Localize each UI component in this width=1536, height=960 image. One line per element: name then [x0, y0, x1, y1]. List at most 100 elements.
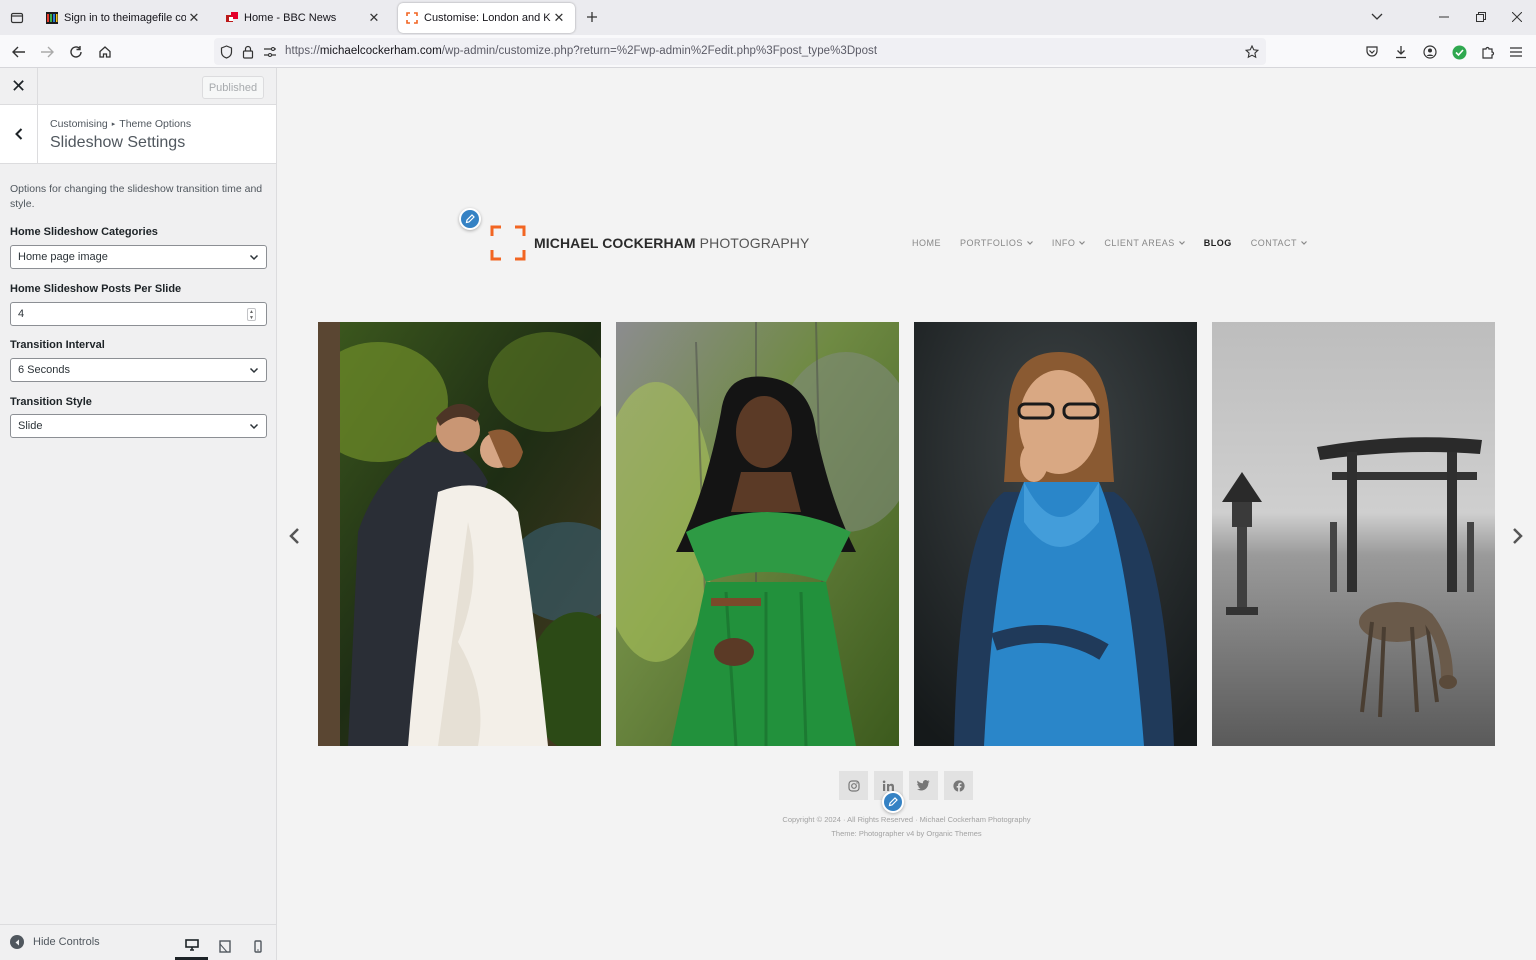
menu-item-label: CONTACT: [1250, 238, 1298, 248]
customizer-sidebar: ✕ Published Customising ▸ Theme Options Sl…: [0, 68, 277, 960]
slide-photo-green-dress[interactable]: [616, 322, 899, 746]
categories-label: Home Slideshow Categories: [10, 226, 158, 238]
footer-copyright: Copyright © 2024 · All Rights Reserved ·…: [782, 815, 1031, 824]
section-description: Options for changing the slideshow trans…: [10, 183, 263, 210]
categories-select[interactable]: Home page image: [10, 245, 267, 269]
lock-icon[interactable]: [240, 44, 256, 60]
bbc-favicon: [226, 12, 238, 22]
twitter-icon[interactable]: [909, 771, 938, 800]
posts-per-slide-label: Home Slideshow Posts Per Slide: [10, 283, 182, 295]
forward-icon[interactable]: [34, 39, 60, 65]
number-spinner-icon[interactable]: ▲ ▼: [247, 308, 256, 321]
new-tab-icon[interactable]: [583, 8, 601, 26]
chevron-down-icon: [1178, 241, 1185, 245]
footer-theme-credit: Theme: Photographer v4 by Organic Themes: [831, 829, 982, 838]
chevron-down-icon: [249, 254, 259, 261]
logo-text: MICHAEL COCKERHAM PHOTOGRAPHY: [534, 235, 809, 251]
tab-title: Customise: London and Kent commercial an…: [424, 12, 551, 24]
extensions-puzzle-icon[interactable]: [1475, 39, 1501, 65]
instagram-icon[interactable]: [839, 771, 868, 800]
customizer-header: ✕ Published: [0, 68, 276, 105]
tab-list-icon[interactable]: [4, 5, 30, 31]
close-window-icon[interactable]: [1502, 6, 1532, 28]
transition-style-select[interactable]: Slide: [10, 414, 267, 438]
chevron-down-icon: [249, 423, 259, 430]
menu-item-portfolios[interactable]: PORTFOLIOS: [960, 238, 1033, 248]
tab-overflow-chevron-icon[interactable]: [1362, 6, 1392, 28]
chevron-down-icon: [249, 367, 259, 374]
tab-customise[interactable]: Customise: London and Kent commercial an…: [398, 3, 575, 33]
bookmark-star-icon[interactable]: [1244, 44, 1260, 60]
slide-photo-blue-apron[interactable]: [914, 322, 1197, 746]
url-scheme: https://: [285, 45, 320, 57]
menu-item-home[interactable]: HOME: [912, 238, 941, 248]
edit-logo-pencil-icon[interactable]: [459, 208, 481, 230]
app-menu-icon[interactable]: [1503, 39, 1529, 65]
minimize-icon[interactable]: [1429, 6, 1459, 28]
breadcrumb-separator-icon: ▸: [111, 121, 116, 128]
menu-item-label: PORTFOLIOS: [960, 238, 1023, 248]
back-chevron-icon[interactable]: [0, 105, 38, 163]
url-text: https://michaelcockerham.com/wp-admin/cu…: [285, 45, 877, 57]
hide-controls-button[interactable]: Hide Controls: [10, 935, 100, 949]
tab-title: Home - BBC News: [244, 12, 337, 24]
close-tab-icon[interactable]: ✕: [366, 10, 382, 26]
menu-item-client-areas[interactable]: CLIENT AREAS: [1104, 238, 1185, 248]
tab-theimagefile[interactable]: Sign in to theimagefile control panel ✕: [38, 3, 210, 33]
chevron-down-icon: [1301, 241, 1307, 245]
section-title: Slideshow Settings: [50, 134, 186, 151]
menu-item-contact[interactable]: CONTACT: [1251, 238, 1307, 248]
slide-photo-wedding[interactable]: [318, 322, 601, 746]
transition-style-value: Slide: [18, 420, 43, 432]
logo-tagline: PHOTOGRAPHY: [699, 235, 810, 251]
customizer-footer: Hide Controls: [0, 924, 276, 960]
published-button[interactable]: Published: [202, 76, 264, 99]
chevron-down-icon: [1026, 241, 1033, 245]
site-main-menu: HOME PORTFOLIOS INFO CLIENT AREAS BLOG C…: [912, 238, 1326, 248]
slideshow-prev-arrow-icon[interactable]: [284, 526, 304, 546]
account-icon[interactable]: [1417, 39, 1443, 65]
edit-social-pencil-icon[interactable]: [882, 791, 904, 813]
breadcrumb: Customising ▸ Theme Options: [50, 118, 191, 130]
address-bar[interactable]: https://michaelcockerham.com/wp-admin/cu…: [214, 38, 1266, 65]
logo-mark-icon: [490, 225, 526, 261]
browser-tab-bar: Sign in to theimagefile control panel ✕ …: [0, 0, 1536, 35]
section-header: Customising ▸ Theme Options Slideshow Sett…: [0, 105, 276, 164]
breadcrumb-parent: Theme Options: [119, 118, 192, 130]
pocket-icon[interactable]: [1359, 39, 1385, 65]
close-tab-icon[interactable]: ✕: [551, 10, 567, 26]
site-preview: MICHAEL COCKERHAM PHOTOGRAPHY HOME PORTF…: [277, 68, 1536, 960]
downloads-icon[interactable]: [1388, 39, 1414, 65]
slide-photo-torii-gate[interactable]: [1212, 322, 1495, 746]
desktop-preview-icon[interactable]: [175, 932, 208, 960]
url-path: /wp-admin/customize.php?return=%2Fwp-adm…: [441, 45, 878, 57]
tablet-preview-icon[interactable]: [208, 932, 241, 960]
categories-select-value: Home page image: [18, 251, 108, 263]
theimagefile-favicon: [46, 12, 58, 24]
tracking-shield-icon[interactable]: [218, 44, 234, 60]
collapse-arrow-icon: [10, 935, 24, 949]
slideshow-next-arrow-icon[interactable]: [1508, 526, 1528, 546]
breadcrumb-root: Customising: [50, 118, 108, 130]
permissions-icon[interactable]: [262, 44, 278, 60]
site-logo[interactable]: MICHAEL COCKERHAM PHOTOGRAPHY: [490, 225, 809, 261]
close-customizer-icon[interactable]: ✕: [0, 68, 38, 105]
reload-icon[interactable]: [63, 39, 89, 65]
transition-interval-select[interactable]: 6 Seconds: [10, 358, 267, 382]
menu-item-label: INFO: [1051, 238, 1076, 248]
browser-nav-bar: https://michaelcockerham.com/wp-admin/cu…: [0, 35, 1536, 68]
home-icon[interactable]: [92, 39, 118, 65]
posts-per-slide-input[interactable]: 4 ▲ ▼: [10, 302, 267, 326]
close-tab-icon[interactable]: ✕: [186, 10, 202, 26]
back-icon[interactable]: [6, 39, 32, 65]
extension-check-icon[interactable]: [1446, 39, 1472, 65]
transition-style-label: Transition Style: [10, 396, 92, 408]
menu-item-label: HOME: [912, 238, 941, 248]
tab-title: Sign in to theimagefile control panel: [64, 12, 186, 24]
tab-bbc-news[interactable]: Home - BBC News ✕: [218, 3, 390, 33]
facebook-icon[interactable]: [944, 771, 973, 800]
mobile-preview-icon[interactable]: [241, 932, 274, 960]
menu-item-blog[interactable]: BLOG: [1204, 238, 1232, 248]
restore-icon[interactable]: [1466, 6, 1496, 28]
menu-item-info[interactable]: INFO: [1052, 238, 1086, 248]
